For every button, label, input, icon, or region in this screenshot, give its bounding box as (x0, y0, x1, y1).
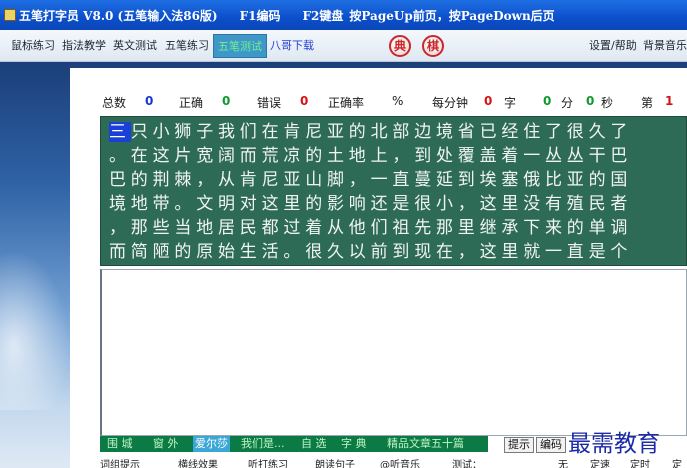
per-minute-label: 每分钟 (432, 96, 469, 110)
article-tab-custom[interactable]: 自 选 (301, 436, 327, 452)
page-keys-hint: 按PageUp前页，按PageDown后页 (349, 8, 555, 23)
per-minute-unit: 字 (504, 96, 517, 110)
settings-help-menu[interactable]: 设置/帮助 (589, 35, 637, 57)
app-title: 五笔打字员 V8.0 (五笔输入法86版) (19, 8, 218, 23)
f2-keyboard-hint: F2键盘 (302, 8, 344, 23)
tab-wubi-test[interactable]: 五笔测试 (213, 34, 267, 58)
stats-row: 总数 0 正确 0 错误 0 正确率 % 每分钟 0 字 0 分 0 秒 第 1 (102, 94, 687, 110)
current-char: 三 (109, 122, 131, 142)
article-tab-aiersha[interactable]: 爱尔莎 (193, 436, 230, 452)
tab-english-test[interactable]: 英文测试 (113, 35, 157, 57)
tab-fingering-lessons[interactable]: 指法教学 (62, 35, 106, 57)
text-line: 。在这片宽阔而荒凉的土地上，到处覆盖着一丛丛干巴 (109, 146, 633, 166)
article-tab-chuangwai[interactable]: 窗 外 (153, 436, 179, 452)
option-phrase-hint[interactable]: 词组提示 (100, 458, 140, 468)
article-tab-women[interactable]: 我们是... (241, 436, 285, 452)
minutes-unit: 分 (561, 96, 574, 110)
minutes-value: 0 (543, 94, 552, 108)
article-tab-fifty-essays[interactable]: 精品文章五十篇 (387, 436, 464, 452)
page-value: 1 (665, 94, 674, 108)
option-music[interactable]: @听音乐 (380, 458, 420, 468)
test-mode-none[interactable]: 无 (558, 458, 568, 468)
hint-button[interactable]: 提示 (504, 437, 534, 453)
test-mode-fixed-speed[interactable]: 定速 (590, 458, 610, 468)
watermark-text: 最需教育 (568, 431, 660, 457)
encoding-button[interactable]: 编码 (536, 437, 566, 453)
test-mode-more[interactable]: 定 (672, 458, 682, 468)
tab-bage-download[interactable]: 八哥下载 (270, 35, 314, 57)
practice-text-area: 三只小狮子我们在肯尼亚的北部边境省已经住了很久了 。在这片宽阔而荒凉的土地上，到… (100, 116, 687, 266)
options-strip: 词组提示 横线效果 听打练习 朗读句子 @听音乐 测试： 无 定速 定时 定 (100, 458, 687, 468)
text-line: 而简陋的原始生活。很久以前到现在，这里就一直是个 (109, 242, 633, 262)
background-music-menu[interactable]: 背景音乐 (643, 35, 687, 57)
wrong-label: 错误 (257, 96, 282, 110)
tab-mouse-practice[interactable]: 鼠标练习 (11, 35, 55, 57)
total-label: 总数 (102, 96, 127, 110)
total-value: 0 (145, 94, 154, 108)
text-line: 境地带。文明对这里的影响还是很小，这里没有殖民者 (109, 194, 633, 214)
typing-panel: 总数 0 正确 0 错误 0 正确率 % 每分钟 0 字 0 分 0 秒 第 1… (70, 68, 687, 468)
accuracy-unit: % (392, 94, 404, 108)
seconds-unit: 秒 (601, 96, 614, 110)
option-dictation[interactable]: 听打练习 (248, 458, 288, 468)
background-cloud (0, 250, 70, 410)
text-line: 三只小狮子我们在肯尼亚的北部边境省已经住了很久了 (109, 121, 632, 144)
option-underline-effect[interactable]: 横线效果 (178, 458, 218, 468)
article-tabs: 围 城 窗 外 爱尔莎 我们是... 自 选 字 典 精品文章五十篇 (100, 436, 488, 452)
test-mode-timed[interactable]: 定时 (630, 458, 650, 468)
text-line: 巴的荆棘，从肯尼亚山脚，一直蔓延到埃塞俄比亚的国 (109, 170, 633, 190)
f1-encoding-hint: F1编码 (239, 8, 281, 23)
wrong-value: 0 (300, 94, 309, 108)
seconds-value: 0 (586, 94, 595, 108)
article-tab-weicheng[interactable]: 围 城 (107, 436, 133, 452)
accuracy-label: 正确率 (328, 96, 365, 110)
chess-seal-button[interactable]: 棋 (422, 35, 444, 57)
dictionary-seal-button[interactable]: 典 (389, 35, 411, 57)
per-minute-value: 0 (484, 94, 493, 108)
article-tab-dictionary[interactable]: 字 典 (341, 436, 367, 452)
app-icon (4, 9, 16, 21)
correct-label: 正确 (179, 96, 204, 110)
tab-wubi-practice[interactable]: 五笔练习 (165, 35, 209, 57)
test-mode-label: 测试： (452, 460, 482, 468)
menu-bar: 鼠标练习 指法教学 英文测试 五笔练习 五笔测试 八哥下载 典 棋 设置/帮助 … (0, 30, 687, 62)
text-line: ，那些当地居民都过着从他们祖先那里继承下来的单调 (109, 218, 633, 238)
title-bar: 五笔打字员 V8.0 (五笔输入法86版) F1编码 F2键盘 按PageUp前… (0, 0, 687, 30)
text-line-rest: 只小狮子我们在肯尼亚的北部边境省已经住了很久了 (130, 122, 633, 142)
correct-value: 0 (222, 94, 231, 108)
option-read-aloud[interactable]: 朗读句子 (315, 458, 355, 468)
page-label: 第 (641, 96, 654, 110)
typing-input-area[interactable] (100, 269, 687, 436)
